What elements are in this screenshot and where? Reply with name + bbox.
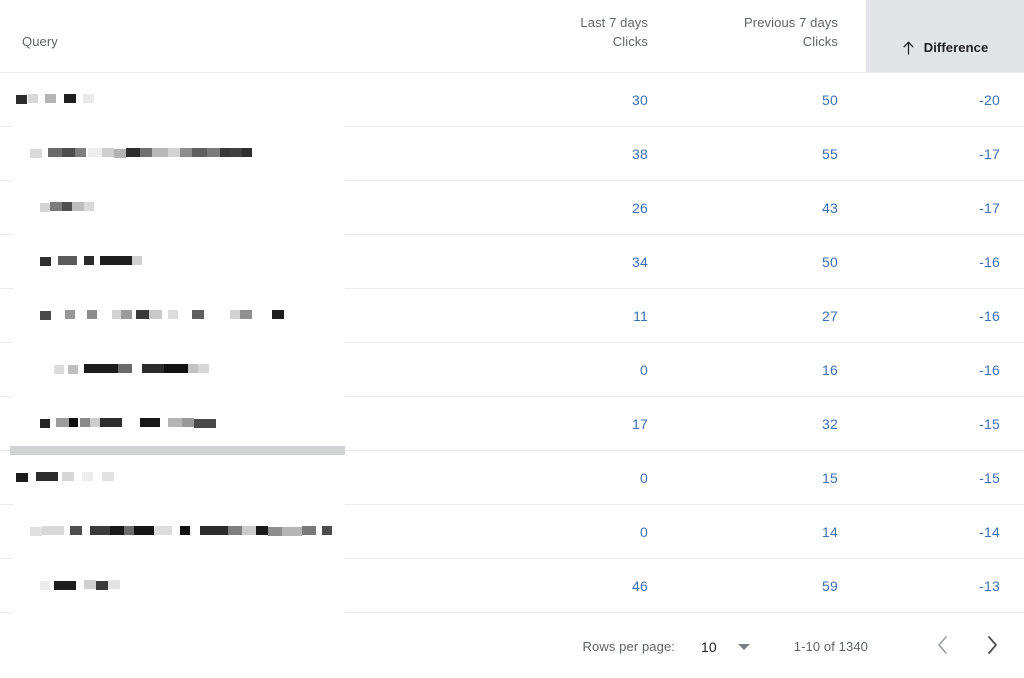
horizontal-scrollbar-thumb[interactable] bbox=[10, 446, 345, 455]
cell-query-redacted[interactable] bbox=[14, 505, 332, 559]
column-header-previous-7-days-line2: Clicks bbox=[802, 34, 838, 49]
table-row[interactable]: 17 32 -15 bbox=[0, 397, 1024, 451]
table-row[interactable]: 46 59 -13 bbox=[0, 559, 1024, 613]
cell-last-7-days-clicks: 0 bbox=[640, 524, 648, 540]
cell-last-7-days-clicks: 0 bbox=[640, 470, 648, 486]
cell-query-redacted[interactable] bbox=[14, 181, 94, 235]
cell-query-redacted[interactable] bbox=[14, 289, 284, 343]
column-header-query-label: Query bbox=[22, 34, 58, 49]
next-page-button[interactable] bbox=[974, 629, 1010, 665]
column-header-difference[interactable]: Difference bbox=[866, 0, 1024, 73]
cell-previous-7-days-clicks: 27 bbox=[822, 308, 838, 324]
table-row[interactable]: 11 27 -16 bbox=[0, 289, 1024, 343]
cell-last-7-days-clicks: 34 bbox=[632, 254, 648, 270]
cell-difference: -16 bbox=[979, 254, 1000, 270]
column-header-previous-7-days-line1: Previous 7 days bbox=[744, 15, 838, 30]
cell-previous-7-days-clicks: 32 bbox=[822, 416, 838, 432]
cell-last-7-days-clicks: 30 bbox=[632, 92, 648, 108]
cell-difference: -17 bbox=[979, 200, 1000, 216]
cell-difference: -15 bbox=[979, 470, 1000, 486]
cell-query-redacted[interactable] bbox=[14, 451, 114, 505]
column-header-previous-7-days[interactable]: Previous 7 days Clicks bbox=[640, 0, 838, 73]
cell-difference: -14 bbox=[979, 524, 1000, 540]
column-header-last-7-days[interactable]: Last 7 days Clicks bbox=[430, 0, 648, 73]
cell-last-7-days-clicks: 38 bbox=[632, 146, 648, 162]
cell-query-redacted[interactable] bbox=[14, 73, 94, 127]
cell-previous-7-days-clicks: 50 bbox=[822, 92, 838, 108]
pagination-bar: Rows per page: 10 1-10 of 1340 bbox=[0, 615, 1024, 678]
cell-query-redacted[interactable] bbox=[14, 127, 252, 181]
cell-previous-7-days-clicks: 59 bbox=[822, 578, 838, 594]
rows-per-page-label: Rows per page: bbox=[582, 639, 675, 654]
row-divider-right bbox=[345, 612, 1024, 613]
cell-difference: -16 bbox=[979, 308, 1000, 324]
row-divider-left bbox=[0, 612, 13, 613]
cell-previous-7-days-clicks: 15 bbox=[822, 470, 838, 486]
chevron-down-icon bbox=[737, 643, 750, 650]
cell-last-7-days-clicks: 11 bbox=[633, 308, 648, 324]
cell-difference: -20 bbox=[979, 92, 1000, 108]
column-header-query[interactable]: Query bbox=[22, 0, 322, 73]
cell-previous-7-days-clicks: 43 bbox=[822, 200, 838, 216]
pagination-range-label: 1-10 of 1340 bbox=[793, 639, 868, 654]
cell-previous-7-days-clicks: 50 bbox=[822, 254, 838, 270]
horizontal-scrollbar[interactable] bbox=[0, 446, 345, 455]
cell-last-7-days-clicks: 0 bbox=[640, 362, 648, 378]
cell-query-redacted[interactable] bbox=[14, 235, 142, 289]
chevron-left-icon bbox=[937, 636, 948, 657]
cell-difference: -16 bbox=[979, 362, 1000, 378]
rows-per-page-select[interactable]: 10 bbox=[701, 639, 750, 655]
cell-last-7-days-clicks: 17 bbox=[632, 416, 648, 432]
cell-query-redacted[interactable] bbox=[14, 559, 120, 613]
cell-previous-7-days-clicks: 14 bbox=[822, 524, 838, 540]
table-row[interactable]: 30 50 -20 bbox=[0, 73, 1024, 127]
cell-difference: -17 bbox=[979, 146, 1000, 162]
cell-last-7-days-clicks: 46 bbox=[632, 578, 648, 594]
cell-last-7-days-clicks: 26 bbox=[632, 200, 648, 216]
cell-difference: -13 bbox=[979, 578, 1000, 594]
table-row[interactable]: 34 50 -16 bbox=[0, 235, 1024, 289]
chevron-right-icon bbox=[987, 636, 998, 657]
cell-difference: -15 bbox=[979, 416, 1000, 432]
queries-table: Query Last 7 days Clicks Previous 7 days… bbox=[0, 0, 1024, 615]
table-row[interactable]: 0 16 -16 bbox=[0, 343, 1024, 397]
search-performance-queries-page: Query Last 7 days Clicks Previous 7 days… bbox=[0, 0, 1024, 678]
rows-per-page-value: 10 bbox=[701, 638, 717, 655]
column-header-last-7-days-line1: Last 7 days bbox=[580, 15, 648, 30]
cell-query-redacted[interactable] bbox=[14, 343, 209, 397]
cell-previous-7-days-clicks: 55 bbox=[822, 146, 838, 162]
table-row[interactable]: 0 15 -15 bbox=[0, 451, 1024, 505]
table-row[interactable]: 26 43 -17 bbox=[0, 181, 1024, 235]
table-row[interactable]: 0 14 -14 bbox=[0, 505, 1024, 559]
table-body: 30 50 -20 38 55 -17 26 43 -17 34 50 -16 11 27 -16 0 16 -1… bbox=[0, 73, 1024, 613]
cell-query-redacted[interactable] bbox=[14, 397, 216, 451]
cell-previous-7-days-clicks: 16 bbox=[822, 362, 838, 378]
previous-page-button[interactable] bbox=[924, 629, 960, 665]
column-header-difference-label: Difference bbox=[923, 40, 989, 55]
table-row[interactable]: 38 55 -17 bbox=[0, 127, 1024, 181]
table-header-row: Query Last 7 days Clicks Previous 7 days… bbox=[0, 0, 1024, 73]
arrow-up-icon bbox=[902, 41, 915, 55]
